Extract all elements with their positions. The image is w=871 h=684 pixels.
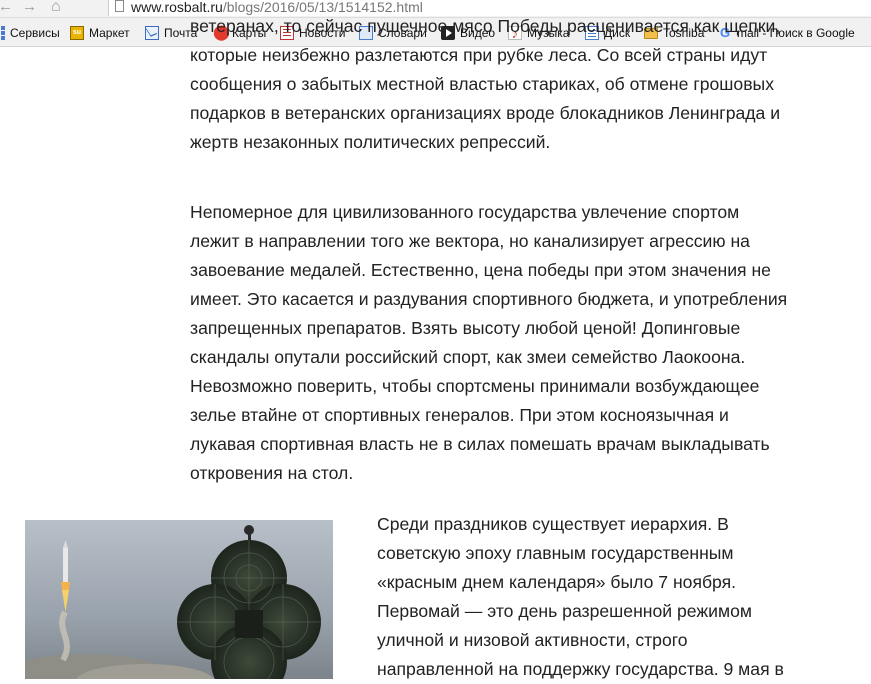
article-paragraph-2: Непомерное для цивилизованного государст… — [190, 198, 787, 488]
paragraph-line: откровения на стол. — [190, 463, 354, 483]
paragraph-line: скандалы опутали российский спорт, как з… — [190, 347, 746, 367]
paragraph-line: «красным днем календаря» было 7 ноября. — [377, 572, 737, 592]
mail-icon — [145, 25, 159, 40]
article-photo — [25, 520, 333, 679]
market-icon: su — [70, 25, 84, 40]
back-arrow-icon[interactable]: ← — [0, 0, 13, 15]
article-paragraph-1: ветеранах, то сейчас пушечное мясо Побед… — [190, 16, 781, 157]
paragraph-line: жертв незаконных политических репрессий. — [190, 132, 551, 152]
paragraph-line: Первомай — это день разрешенной режимом — [377, 601, 752, 621]
bookmark-services[interactable]: Сервисы — [0, 18, 60, 47]
paragraph-line: завоевание медалей. Естественно, цена по… — [190, 260, 771, 280]
article-paragraph-3: Среди праздников существует иерархия. В … — [377, 510, 784, 684]
paragraph-line: имеет. Это касается и раздувания спортив… — [190, 289, 788, 309]
bookmark-label: Маркет — [89, 25, 130, 40]
paragraph-line: лежит в направлении того же вектора, но … — [190, 231, 750, 251]
forward-arrow-icon[interactable]: → — [22, 0, 37, 15]
paragraph-line: ветеранах, то сейчас пушечное мясо Побед… — [190, 16, 781, 36]
paragraph-line: лукавая спортивная власть не в силах пом… — [190, 434, 770, 454]
page-icon — [115, 0, 124, 12]
paragraph-line: запрещенных препаратов. Взять высоту люб… — [190, 318, 741, 338]
paragraph-line: направленной на поддержку государства. 9… — [377, 659, 784, 679]
paragraph-line: которые неизбежно разлетаются при рубке … — [190, 45, 768, 65]
paragraph-line: Среди праздников существует иерархия. В — [377, 514, 729, 534]
apps-grid-icon — [0, 25, 5, 40]
paragraph-line: зелье втайне от спортивных генералов. Пр… — [190, 405, 729, 425]
paragraph-line: Невозможно поверить, чтобы спортсмены пр… — [190, 376, 760, 396]
bookmark-label: Сервисы — [10, 25, 60, 40]
paragraph-line: подарков в ветеранских организациях врод… — [190, 103, 781, 123]
paragraph-line: уличной и низовой активности, строго — [377, 630, 688, 650]
paragraph-line: сообщения о забытых местной властью стар… — [190, 74, 774, 94]
bookmark-market[interactable]: su Маркет — [70, 18, 130, 47]
home-icon[interactable]: ⌂ — [51, 0, 61, 15]
paragraph-line: советскую эпоху главным государственным — [377, 543, 734, 563]
paragraph-line: Непомерное для цивилизованного государст… — [190, 202, 740, 222]
